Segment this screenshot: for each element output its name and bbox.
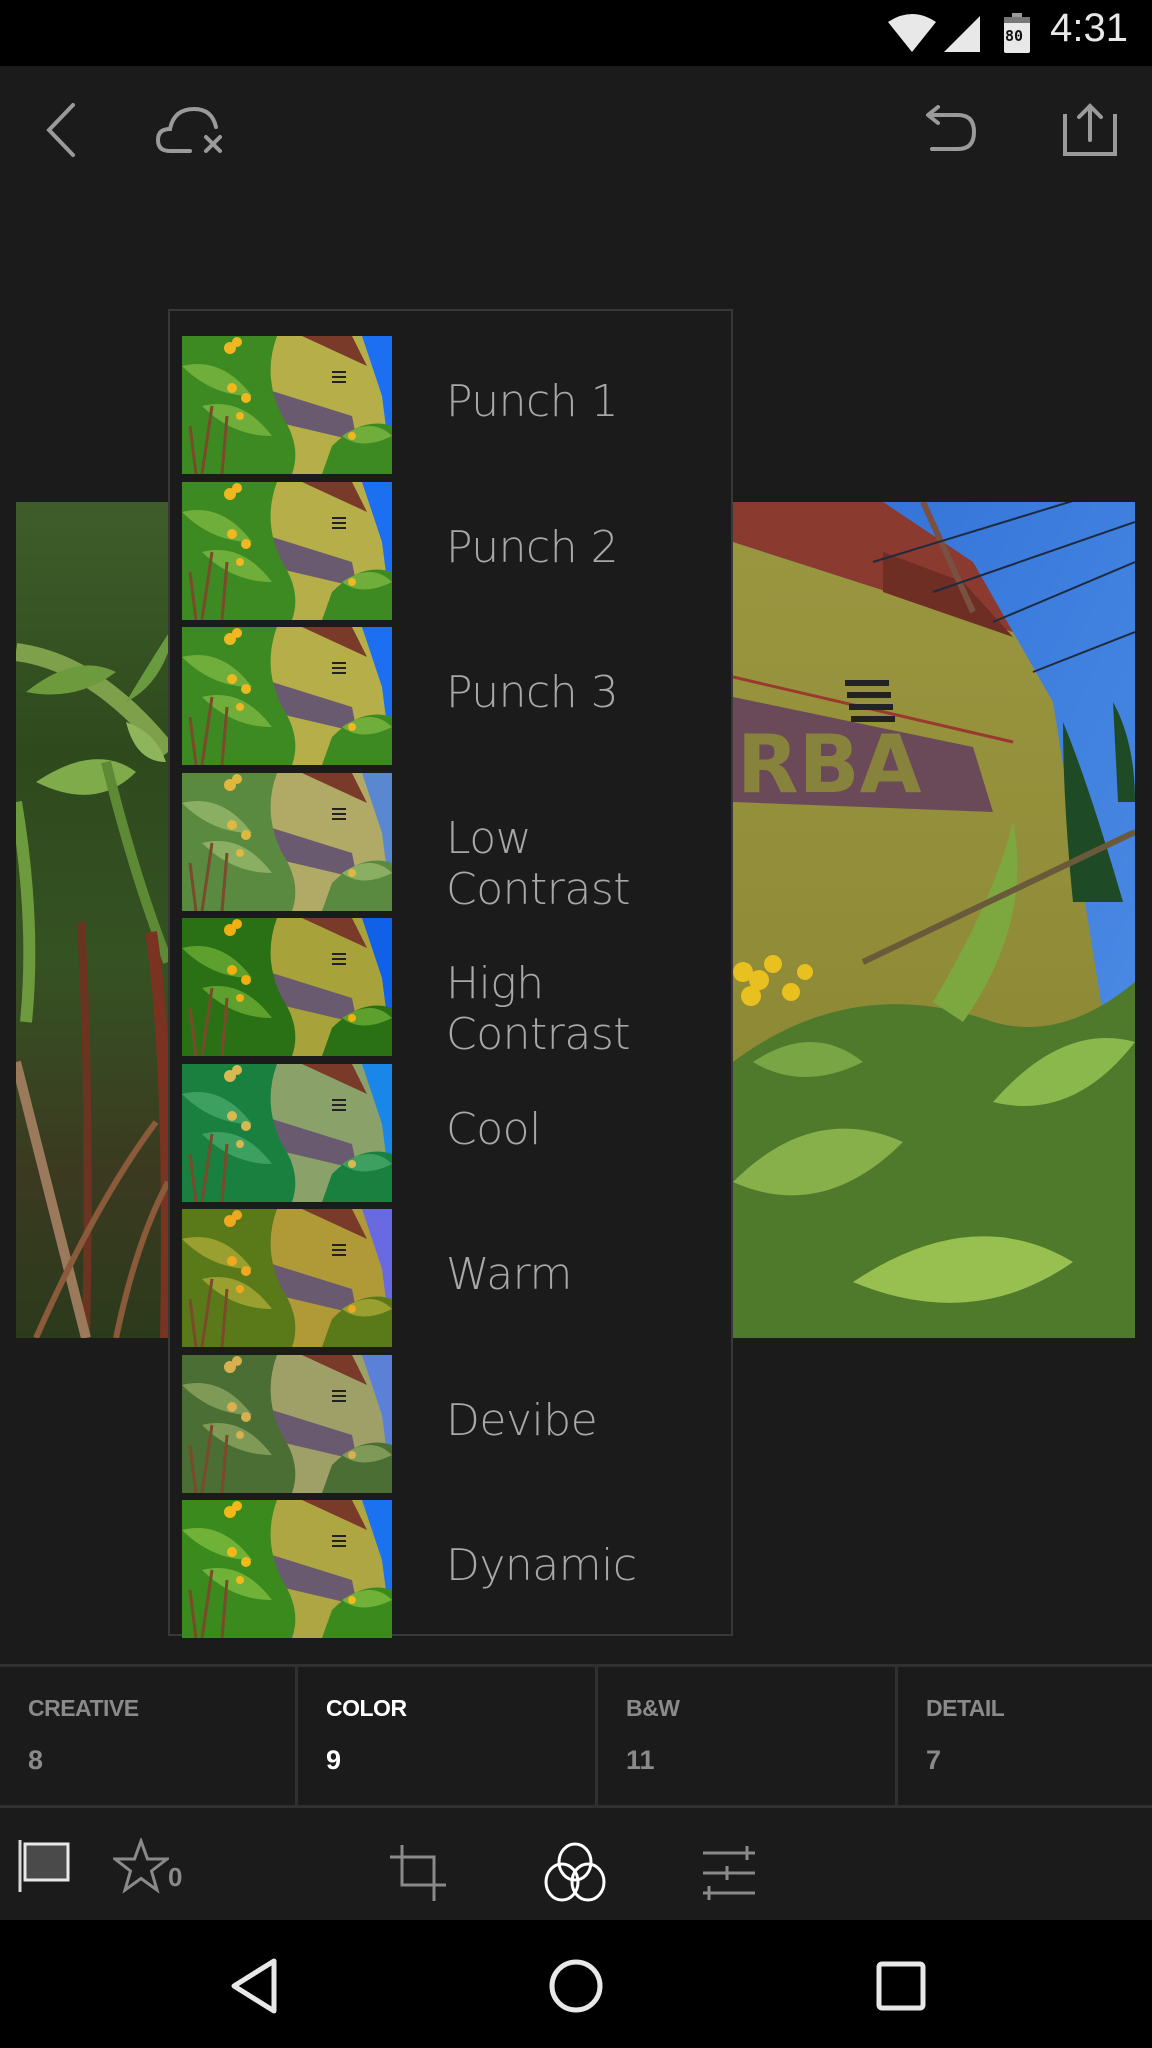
preset-thumbnail	[182, 1500, 392, 1638]
nav-home-button[interactable]	[531, 1946, 621, 2026]
tab-label: DETAIL	[926, 1695, 1005, 1721]
flag-button[interactable]	[12, 1834, 78, 1898]
preset-thumbnail	[182, 336, 392, 474]
tab-count: 7	[926, 1745, 942, 1775]
tab-detail[interactable]: DETAIL 7	[898, 1667, 1152, 1805]
building-image: RBA	[733, 502, 1135, 1338]
preset-thumbnail	[182, 1354, 392, 1493]
adjustments-button[interactable]	[694, 1838, 764, 1908]
cloud-sync-off-icon	[155, 106, 222, 153]
preset-thumbnail	[182, 627, 392, 765]
rating-button[interactable]	[110, 1834, 172, 1898]
nav-home-icon	[549, 1959, 603, 2013]
preset-label: Cool	[446, 1103, 541, 1155]
cell-signal-icon	[944, 16, 980, 52]
preset-thumbnail	[182, 481, 392, 620]
tab-count: 8	[28, 1745, 44, 1775]
svg-text:RBA: RBA	[737, 718, 922, 811]
undo-icon	[926, 105, 977, 151]
tab-color[interactable]: COLOR 9	[298, 1667, 598, 1805]
preset-label: Punch 3	[446, 667, 619, 718]
preset-label: High Contrast	[446, 958, 631, 1060]
preset-thumbnail	[182, 918, 392, 1056]
preset-item[interactable]: Punch 1	[182, 336, 727, 481]
crop-icon	[390, 1845, 446, 1901]
status-bar: 80 4:31	[0, 0, 1152, 66]
preset-item[interactable]: Cool	[182, 1063, 727, 1209]
back-button[interactable]	[30, 94, 96, 166]
presets-icon	[544, 1842, 606, 1902]
battery-icon: 80	[1004, 13, 1030, 53]
preset-item[interactable]: Punch 3	[182, 627, 727, 772]
preset-item[interactable]: Warm	[182, 1209, 727, 1354]
previous-photo[interactable]	[16, 502, 168, 1338]
preset-category-tabs: CREATIVE 8 COLOR 9 B&W 11 DETAIL 7	[0, 1664, 1152, 1808]
preset-label: Punch 1	[446, 376, 619, 427]
nav-back-icon	[231, 1958, 277, 2014]
tab-label: B&W	[626, 1695, 680, 1721]
preset-list-panel[interactable]: Punch 1 Punch 2 Punch 3 Low Contrast High Co…	[168, 309, 733, 1638]
preset-thumbnail	[182, 772, 392, 911]
preset-label: Low Contrast	[446, 812, 631, 915]
preset-item[interactable]: Punch 2	[182, 481, 727, 627]
preset-item[interactable]: Low Contrast	[182, 772, 727, 918]
share-button[interactable]	[1050, 94, 1130, 166]
tab-label: COLOR	[326, 1695, 407, 1721]
preset-label: Warm	[446, 1249, 572, 1300]
status-time: 4:31	[1050, 6, 1128, 50]
battery-level: 80	[1005, 27, 1024, 45]
preset-label: Dynamic	[446, 1540, 637, 1591]
preset-thumbnail	[182, 1209, 392, 1347]
android-nav-bar	[0, 1920, 1152, 2048]
foliage-image	[16, 634, 168, 1338]
wifi-icon	[888, 14, 936, 52]
tab-bw[interactable]: B&W 11	[598, 1667, 898, 1805]
flag-icon	[18, 1840, 70, 1892]
tab-label: CREATIVE	[28, 1695, 139, 1721]
presets-button[interactable]	[538, 1838, 612, 1908]
tab-creative[interactable]: CREATIVE 8	[0, 1667, 298, 1805]
star-icon	[113, 1838, 169, 1894]
preset-item[interactable]: High Contrast	[182, 918, 727, 1063]
share-icon	[1063, 103, 1117, 156]
crop-button[interactable]	[384, 1838, 454, 1910]
tab-count: 11	[626, 1745, 655, 1775]
cloud-sync-button[interactable]	[150, 94, 230, 166]
current-photo[interactable]: RBA	[733, 502, 1135, 1338]
rating-count: 0	[168, 1862, 183, 1892]
preset-thumbnail	[182, 1063, 392, 1202]
tab-count: 9	[326, 1745, 342, 1775]
nav-recents-icon	[876, 1961, 926, 2011]
back-chevron-icon	[46, 103, 75, 157]
undo-button[interactable]	[910, 94, 990, 166]
preset-item[interactable]: Dynamic	[182, 1500, 727, 1645]
adjustments-icon	[703, 1846, 755, 1900]
nav-recents-button[interactable]	[856, 1946, 946, 2026]
preset-label: Devibe	[446, 1394, 598, 1446]
preset-item[interactable]: Devibe	[182, 1354, 727, 1500]
nav-back-button[interactable]	[210, 1946, 300, 2026]
preset-label: Punch 2	[446, 521, 619, 573]
